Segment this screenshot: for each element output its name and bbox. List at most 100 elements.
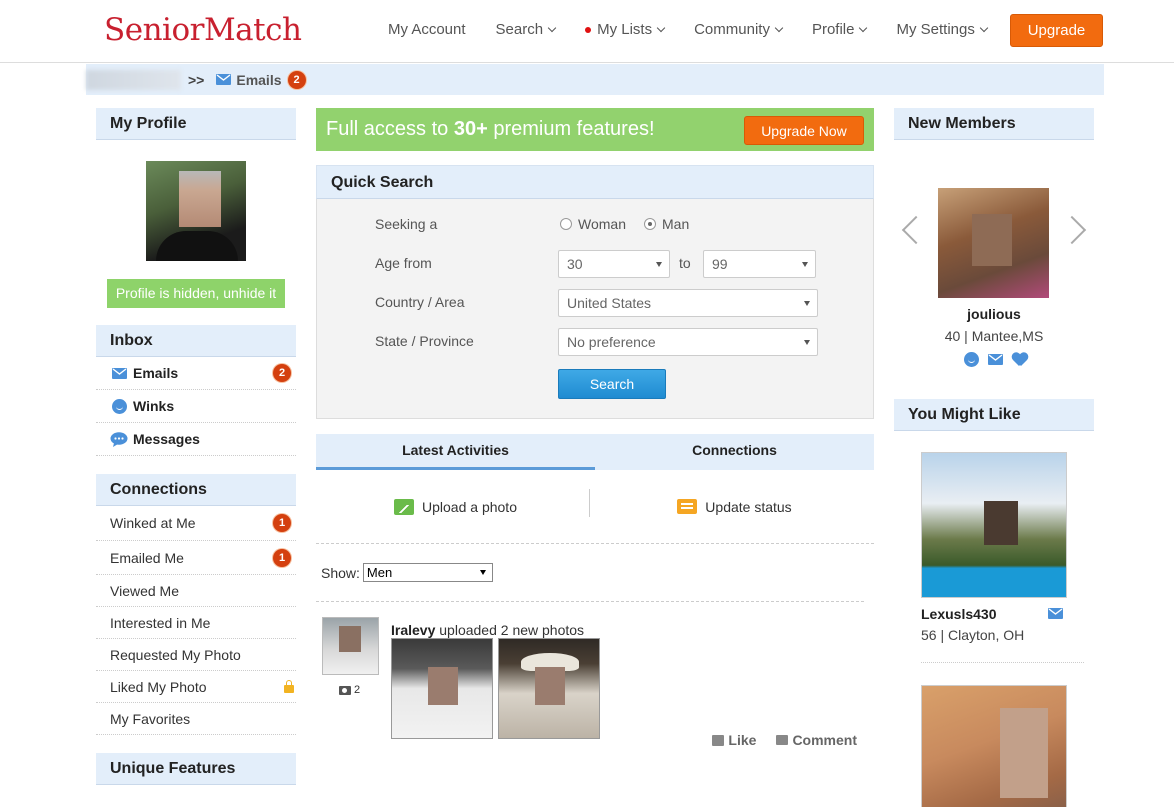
inbox-item-messages[interactable]: Messages (96, 423, 296, 456)
nav-profile[interactable]: Profile (812, 21, 868, 38)
left-sidebar: My Profile Profile is hidden, unhide it … (96, 108, 296, 785)
chevron-down-icon (547, 23, 557, 32)
age-from-value: 30 (567, 256, 583, 272)
profile-shirt (156, 231, 238, 261)
radio-woman-label: Woman (578, 216, 626, 232)
new-members-heading: New Members (894, 108, 1094, 140)
divider (589, 489, 590, 517)
blurred-face (1000, 708, 1048, 798)
chevron-down-icon (979, 23, 989, 32)
upgrade-button[interactable]: Upgrade (1010, 14, 1103, 47)
suggested-member-photo[interactable] (921, 685, 1067, 807)
blurred-face (972, 214, 1012, 266)
connection-emailed-me[interactable]: Emailed Me 1 (96, 541, 296, 575)
radio-man[interactable]: Man (644, 216, 689, 232)
connection-label: Viewed Me (110, 582, 180, 599)
inbox-item-winks[interactable]: Winks (96, 390, 296, 423)
age-to-select[interactable]: 99 (703, 250, 816, 278)
age-from-select[interactable]: 30 (558, 250, 670, 278)
upload-photo-button[interactable]: Upload a photo (316, 498, 595, 515)
inbox-item-emails[interactable]: Emails 2 (96, 357, 296, 390)
chat-bubble-icon (110, 431, 128, 447)
uploaded-photo[interactable] (391, 638, 493, 739)
envelope-icon[interactable] (988, 354, 1003, 365)
country-select[interactable]: United States (558, 289, 818, 317)
show-filter-select[interactable]: Men (362, 563, 493, 582)
search-button[interactable]: Search (558, 369, 666, 399)
show-filter-value: Men (366, 565, 393, 580)
age-from-label: Age from (375, 255, 432, 271)
notification-dot-icon (585, 26, 592, 33)
nav-my-account[interactable]: My Account (388, 21, 466, 38)
tab-connections[interactable]: Connections (595, 434, 874, 470)
uploaded-photo[interactable] (498, 638, 600, 739)
connection-interested-in-me[interactable]: Interested in Me (96, 607, 296, 639)
activity-actions: Upload a photo Update status (316, 470, 874, 544)
new-member-name[interactable]: joulious (894, 306, 1094, 322)
nav-my-settings[interactable]: My Settings (896, 21, 989, 38)
connections-list: Winked at Me 1 Emailed Me 1 Viewed Me Inte… (96, 506, 296, 735)
new-member-photo[interactable] (938, 188, 1049, 298)
suggested-member-meta: 56 | Clayton, OH (921, 627, 1025, 643)
new-member-actions (964, 352, 1028, 367)
comment-icon (776, 735, 789, 745)
carousel-next-icon[interactable] (1057, 215, 1087, 245)
connections-heading: Connections (96, 474, 296, 506)
profile-photo[interactable] (146, 161, 246, 261)
emails-count-badge: 2 (287, 70, 306, 89)
nav-community[interactable]: Community (694, 21, 784, 38)
nav-my-settings-label: My Settings (896, 21, 975, 38)
dropdown-arrow-icon (656, 262, 662, 267)
breadcrumb: >> Emails 2 (86, 64, 1104, 95)
wink-smile-icon[interactable] (964, 352, 979, 367)
activity-text: uploaded 2 new photos (435, 622, 585, 638)
age-to-label: to (679, 255, 691, 271)
like-button[interactable]: Like (728, 732, 756, 748)
tab-latest-activities[interactable]: Latest Activities (316, 434, 595, 470)
update-status-button[interactable]: Update status (595, 499, 874, 515)
blurred-face (428, 667, 458, 705)
activity-tabs: Latest Activities Connections (316, 434, 874, 470)
nav-search[interactable]: Search (496, 21, 557, 38)
radio-man-label: Man (662, 216, 690, 232)
inbox-heading: Inbox (96, 325, 296, 357)
dropdown-arrow-icon (802, 262, 808, 267)
comment-button[interactable]: Comment (792, 732, 857, 748)
connection-my-favorites[interactable]: My Favorites (96, 703, 296, 735)
activity-headline: Iralevy uploaded 2 new photos (391, 622, 584, 638)
state-value: No preference (567, 334, 656, 350)
inbox-item-label: Messages (133, 431, 200, 447)
unhide-profile-button[interactable]: Profile is hidden, unhide it (107, 279, 285, 308)
thumbs-up-icon (712, 734, 725, 746)
blurred-username (86, 69, 181, 90)
activity-filter: Show: Men (316, 544, 864, 602)
connection-winked-at-me[interactable]: Winked at Me 1 (96, 506, 296, 541)
carousel-prev-icon[interactable] (901, 215, 931, 245)
connection-label: Requested My Photo (110, 646, 241, 663)
user-avatar[interactable] (322, 617, 379, 675)
activity-username[interactable]: Iralevy (391, 622, 435, 638)
upgrade-now-button[interactable]: Upgrade Now (744, 116, 864, 145)
suggested-member-name[interactable]: Lexusls430 (921, 606, 997, 622)
heart-plus-icon[interactable] (1012, 353, 1028, 367)
radio-woman[interactable]: Woman (560, 216, 626, 232)
nav-my-account-label: My Account (388, 21, 466, 38)
connection-liked-my-photo[interactable]: Liked My Photo (96, 671, 296, 703)
chevron-down-icon (859, 23, 868, 32)
camera-icon (339, 685, 351, 695)
right-sidebar: New Members joulious 40 | Mantee,MS You … (894, 108, 1094, 807)
upload-photo-label: Upload a photo (422, 498, 517, 515)
quick-search-heading: Quick Search (316, 165, 874, 199)
radio-selected-icon (644, 218, 656, 230)
connection-requested-my-photo[interactable]: Requested My Photo (96, 639, 296, 671)
breadcrumb-emails-link[interactable]: Emails (236, 72, 281, 88)
connection-label: My Favorites (110, 710, 191, 727)
quick-search-form: Seeking a Woman Man Age from 30 to 99 Co… (316, 199, 874, 419)
state-select[interactable]: No preference (558, 328, 818, 356)
envelope-icon[interactable] (1048, 608, 1063, 619)
suggested-member-photo[interactable] (921, 452, 1067, 598)
connection-viewed-me[interactable]: Viewed Me (96, 575, 296, 607)
site-logo[interactable]: SeniorMatch (104, 12, 302, 48)
chevron-down-icon (656, 23, 666, 32)
nav-my-lists[interactable]: My Lists (585, 21, 666, 38)
